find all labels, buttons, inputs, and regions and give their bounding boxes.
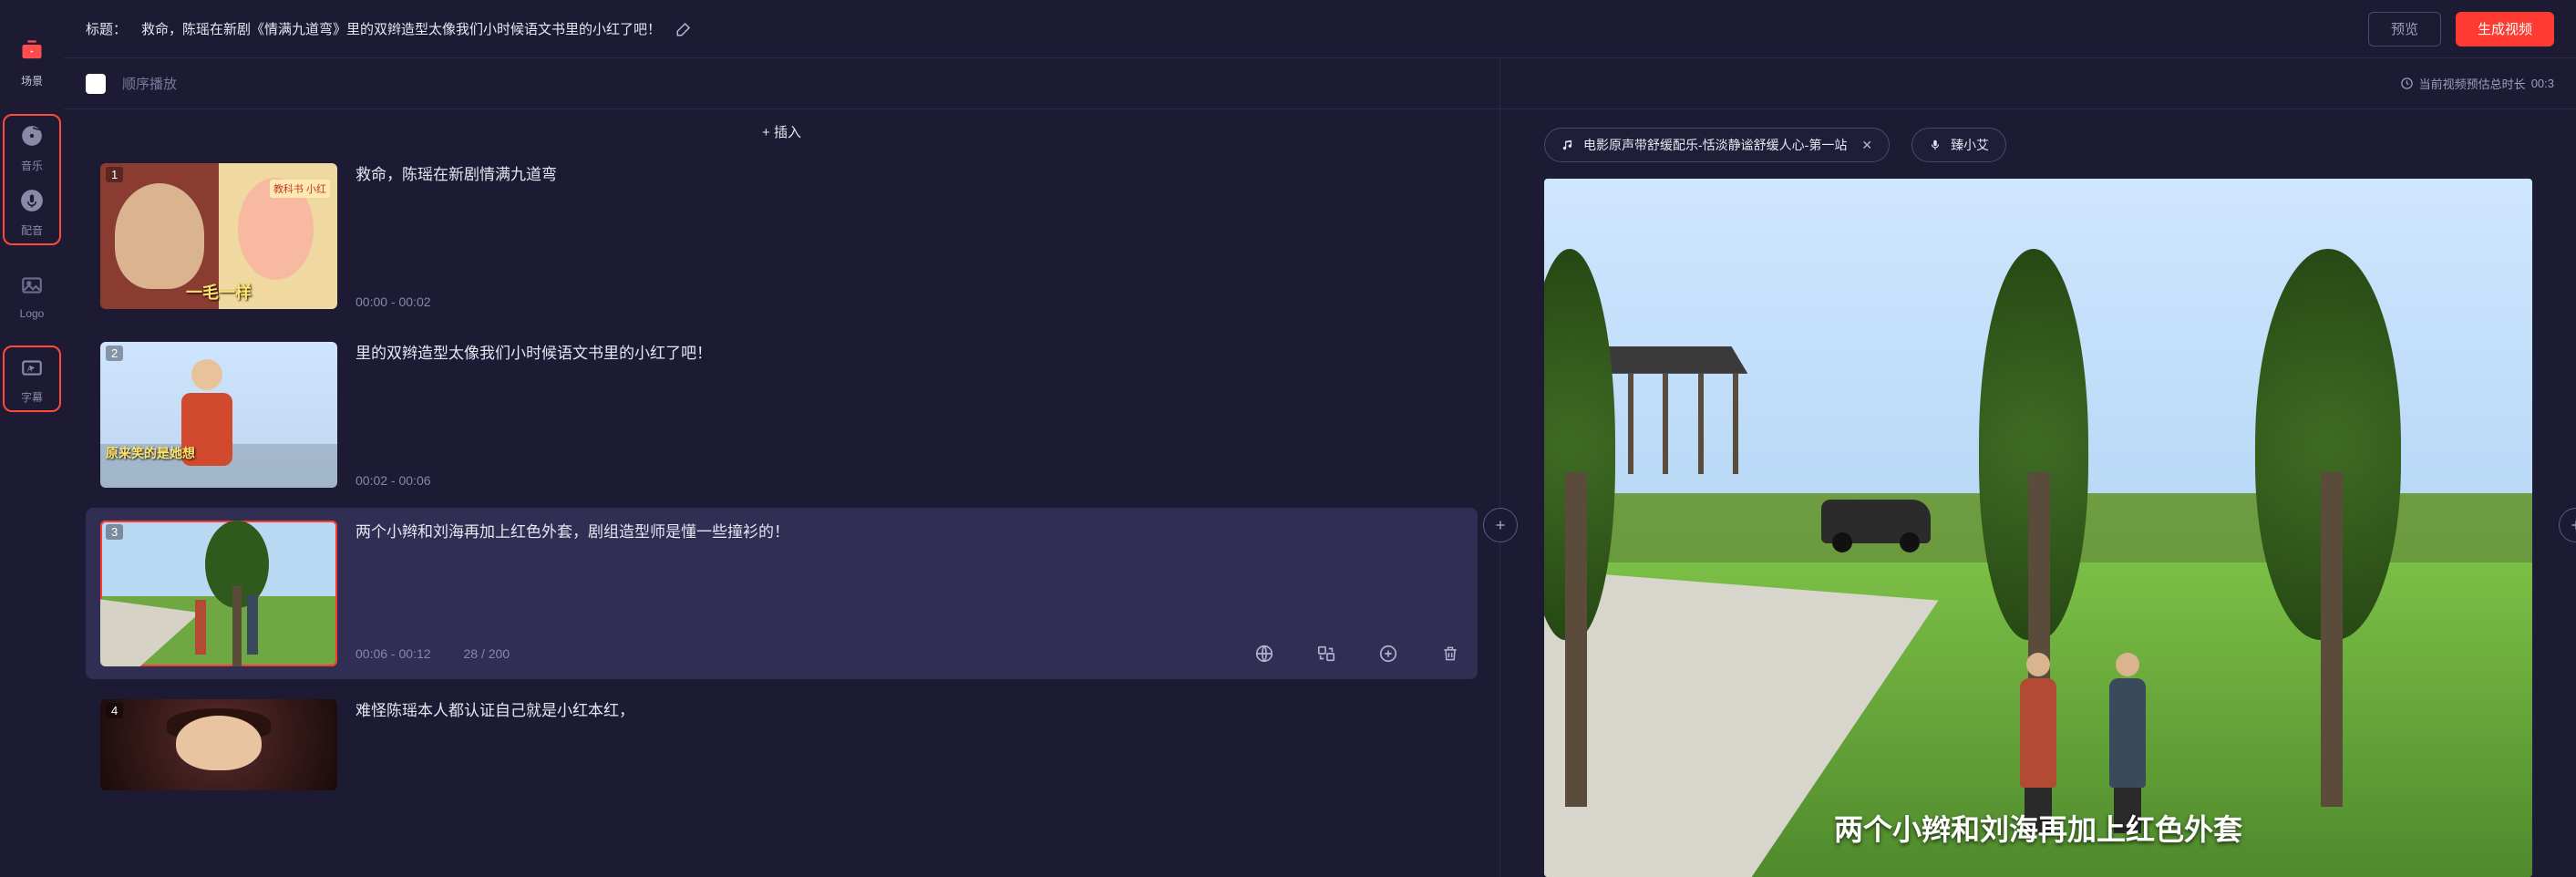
title-wrap: 标题： 救命，陈瑶在新剧《情满九道弯》里的双辫造型太像我们小时候语文书里的小红了… bbox=[86, 19, 2354, 38]
sidebar-label: 配音 bbox=[21, 222, 43, 238]
voice-tag[interactable]: 臻小艾 bbox=[1911, 128, 2006, 162]
swap-icon[interactable] bbox=[1314, 641, 1339, 666]
sequential-checkbox[interactable] bbox=[86, 74, 106, 94]
scene-body: 两个小辫和刘海再加上红色外套，剧组造型师是懂一些撞衫的！ 00:06 - 00:… bbox=[355, 521, 1463, 666]
duration-value: 00:3 bbox=[2531, 77, 2554, 90]
scene-item[interactable]: 2 原来笑的是她想 里的双辫造型太像我们小时候语文书里的小红了吧！ 00:02 … bbox=[86, 329, 1478, 500]
sidebar: 场景 音乐 配音 Logo bbox=[0, 0, 64, 877]
subtitle-icon: A bbox=[17, 353, 46, 382]
generate-video-button[interactable]: 生成视频 bbox=[2456, 12, 2554, 46]
topbar: 标题： 救命，陈瑶在新剧《情满九道弯》里的双辫造型太像我们小时候语文书里的小红了… bbox=[64, 0, 2576, 58]
music-icon bbox=[17, 121, 46, 150]
voice-tag-text: 臻小艾 bbox=[1951, 136, 1989, 154]
delete-icon[interactable] bbox=[1437, 641, 1463, 666]
clock-icon bbox=[2400, 77, 2414, 90]
title-text: 救命，陈瑶在新剧《情满九道弯》里的双辫造型太像我们小时候语文书里的小红了吧！ bbox=[141, 19, 661, 38]
insert-row: + 插入 bbox=[64, 109, 1499, 150]
scene-time: 00:00 - 00:02 bbox=[355, 294, 431, 309]
preview-caption: 两个小辫和刘海再加上红色外套 bbox=[1544, 807, 2532, 849]
scene-text: 里的双辫造型太像我们小时候语文书里的小红了吧！ bbox=[355, 342, 1463, 473]
scene-index: 4 bbox=[106, 703, 123, 718]
scene-index: 1 bbox=[106, 167, 123, 182]
scene-meta: 00:02 - 00:06 bbox=[355, 473, 1463, 488]
music-tag[interactable]: 电影原声带舒缓配乐-恬淡静谧舒缓人心-第一站 ✕ bbox=[1544, 128, 1890, 162]
scene-tools bbox=[1252, 641, 1463, 666]
scene-time: 00:06 - 00:12 bbox=[355, 646, 431, 661]
close-icon[interactable]: ✕ bbox=[1861, 138, 1872, 153]
sidebar-label: 音乐 bbox=[21, 158, 43, 173]
sidebar-item-voice[interactable]: 配音 bbox=[8, 186, 56, 238]
thumb-overlay-text: 一毛一样 bbox=[100, 280, 337, 304]
scene-thumbnail[interactable]: 1 教科书 小红 一毛一样 bbox=[100, 163, 337, 309]
sidebar-item-logo[interactable]: Logo bbox=[8, 271, 56, 320]
scene-item[interactable]: 4 难怪陈瑶本人都认证自己就是小红本红， bbox=[86, 686, 1478, 803]
scenes-header: 顺序播放 bbox=[64, 58, 1499, 109]
music-note-icon bbox=[1561, 139, 1574, 151]
sidebar-label: Logo bbox=[20, 307, 45, 320]
body: 顺序播放 + 插入 1 教科书 小红 一毛一样 救命，陈瑶在 bbox=[64, 58, 2576, 877]
scene-text: 难怪陈瑶本人都认证自己就是小红本红， bbox=[355, 699, 1463, 790]
title-label: 标题： bbox=[86, 19, 127, 38]
scene-thumbnail[interactable]: 3 bbox=[100, 521, 337, 666]
scene-index: 2 bbox=[106, 346, 123, 361]
scene-list: 1 教科书 小红 一毛一样 救命，陈瑶在新剧情满九道弯 00:00 - 00:0… bbox=[64, 150, 1499, 877]
duration-label: 当前视频预估总时长 bbox=[2419, 75, 2526, 92]
sidebar-selection-box: 音乐 配音 bbox=[3, 114, 61, 245]
sidebar-label: 字幕 bbox=[21, 389, 43, 405]
next-scene-button[interactable] bbox=[2559, 508, 2576, 542]
sidebar-item-subtitle[interactable]: A 字幕 bbox=[8, 353, 56, 405]
scene-char-count: 28 / 200 bbox=[464, 646, 510, 661]
scene-text: 救命，陈瑶在新剧情满九道弯 bbox=[355, 163, 1463, 294]
preview-panel: 当前视频预估总时长 00:3 电影原声带舒缓配乐-恬淡静谧舒缓人心-第一站 ✕ … bbox=[1500, 58, 2576, 877]
canvas-wrap: 两个小辫和刘海再加上红色外套 bbox=[1500, 173, 2576, 877]
preview-button[interactable]: 预览 bbox=[2368, 12, 2441, 46]
preview-tags: 电影原声带舒缓配乐-恬淡静谧舒缓人心-第一站 ✕ 臻小艾 bbox=[1500, 109, 2576, 173]
translate-icon[interactable] bbox=[1252, 641, 1277, 666]
microphone-icon bbox=[17, 186, 46, 215]
duration-info: 当前视频预估总时长 00:3 bbox=[2400, 75, 2554, 92]
scene-time: 00:02 - 00:06 bbox=[355, 473, 431, 488]
preview-canvas[interactable]: 两个小辫和刘海再加上红色外套 bbox=[1544, 179, 2532, 877]
image-icon bbox=[17, 271, 46, 300]
sidebar-item-scene[interactable]: 场景 bbox=[8, 36, 56, 88]
scene-body: 难怪陈瑶本人都认证自己就是小红本红， bbox=[355, 699, 1463, 790]
thumb-overlay-text: 原来笑的是她想 bbox=[106, 444, 195, 462]
scene-body: 救命，陈瑶在新剧情满九道弯 00:00 - 00:02 bbox=[355, 163, 1463, 309]
preview-header: 当前视频预估总时长 00:3 bbox=[1500, 58, 2576, 109]
scene-meta: 00:06 - 00:12 28 / 200 bbox=[355, 641, 1463, 666]
edit-icon[interactable] bbox=[675, 21, 692, 37]
scene-item[interactable]: 1 教科书 小红 一毛一样 救命，陈瑶在新剧情满九道弯 00:00 - 00:0… bbox=[86, 150, 1478, 322]
music-tag-text: 电影原声带舒缓配乐-恬淡静谧舒缓人心-第一站 bbox=[1583, 136, 1847, 154]
scene-item[interactable]: 3 两个小辫和刘海再加上红色外套，剧组造型师是懂一些撞衫的！ 00:06 - 0… bbox=[86, 508, 1478, 679]
scene-body: 里的双辫造型太像我们小时候语文书里的小红了吧！ 00:02 - 00:06 bbox=[355, 342, 1463, 488]
insert-button[interactable]: + 插入 bbox=[762, 122, 801, 141]
microphone-icon bbox=[1929, 139, 1942, 151]
sidebar-selection-box-2: A 字幕 bbox=[3, 346, 61, 412]
scene-index: 3 bbox=[106, 524, 123, 540]
scene-meta: 00:00 - 00:02 bbox=[355, 294, 1463, 309]
add-icon[interactable] bbox=[1376, 641, 1401, 666]
main: 标题： 救命，陈瑶在新剧《情满九道弯》里的双辫造型太像我们小时候语文书里的小红了… bbox=[64, 0, 2576, 877]
app-root: 场景 音乐 配音 Logo bbox=[0, 0, 2576, 877]
sequential-label: 顺序播放 bbox=[122, 74, 177, 93]
thumb-tag: 教科书 小红 bbox=[270, 180, 330, 198]
prev-scene-button[interactable] bbox=[1483, 508, 1518, 542]
scene-text: 两个小辫和刘海再加上红色外套，剧组造型师是懂一些撞衫的！ bbox=[355, 521, 1463, 641]
scene-thumbnail[interactable]: 2 原来笑的是她想 bbox=[100, 342, 337, 488]
scene-thumbnail[interactable]: 4 bbox=[100, 699, 337, 790]
scenes-panel: 顺序播放 + 插入 1 教科书 小红 一毛一样 救命，陈瑶在 bbox=[64, 58, 1500, 877]
scene-icon bbox=[17, 36, 46, 66]
sidebar-label: 场景 bbox=[21, 73, 43, 88]
sidebar-item-music[interactable]: 音乐 bbox=[8, 121, 56, 173]
